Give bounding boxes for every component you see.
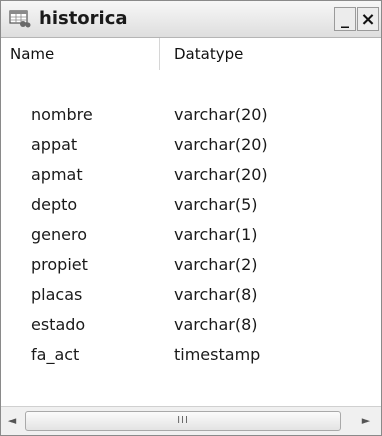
column-name: nombre <box>31 105 93 124</box>
list-item[interactable]: fa_act timestamp <box>1 340 381 370</box>
column-name: appat <box>31 135 78 154</box>
list-item[interactable]: apmat varchar(20) <box>1 160 381 190</box>
column-datatype: varchar(20) <box>174 165 268 184</box>
list-item[interactable]: estado varchar(8) <box>1 310 381 340</box>
column-header-name[interactable]: Name <box>1 38 160 70</box>
minimize-icon: _ <box>341 9 349 28</box>
list-item[interactable]: propiet varchar(2) <box>1 250 381 280</box>
column-datatype: varchar(8) <box>174 315 258 334</box>
column-datatype: varchar(5) <box>174 195 258 214</box>
column-name: depto <box>31 195 78 214</box>
scrollbar-thumb[interactable]: III <box>25 411 341 431</box>
minimize-button[interactable]: _ <box>334 7 356 31</box>
close-button[interactable]: × <box>357 7 379 31</box>
title-bar[interactable]: historica _ × <box>1 1 381 38</box>
horizontal-scrollbar[interactable]: ◄ III ► <box>1 406 381 435</box>
column-datatype: varchar(20) <box>174 105 268 124</box>
list-item[interactable]: appat varchar(20) <box>1 130 381 160</box>
column-datatype: timestamp <box>174 345 261 364</box>
scroll-left-icon[interactable]: ◄ <box>5 414 19 428</box>
column-header: Name Datatype <box>1 38 381 70</box>
column-datatype: varchar(20) <box>174 135 268 154</box>
column-datatype: varchar(1) <box>174 225 258 244</box>
scroll-right-icon[interactable]: ► <box>359 414 373 428</box>
column-name: genero <box>31 225 87 244</box>
window-title: historica <box>39 8 128 29</box>
column-name: estado <box>31 315 86 334</box>
table-icon <box>9 10 31 28</box>
grip-icon: III <box>177 415 189 426</box>
close-icon: × <box>360 8 376 30</box>
list-item[interactable]: depto varchar(5) <box>1 190 381 220</box>
column-datatype: varchar(2) <box>174 255 258 274</box>
column-datatype: varchar(8) <box>174 285 258 304</box>
column-name: propiet <box>31 255 88 274</box>
column-list: nombre varchar(20) appat varchar(20) apm… <box>1 100 381 370</box>
column-name: apmat <box>31 165 83 184</box>
column-header-datatype[interactable]: Datatype <box>161 38 381 70</box>
column-name: placas <box>31 285 83 304</box>
list-item[interactable]: genero varchar(1) <box>1 220 381 250</box>
table-window: historica _ × Name Datatype nombre varch… <box>0 0 382 436</box>
list-item[interactable]: placas varchar(8) <box>1 280 381 310</box>
list-item[interactable]: nombre varchar(20) <box>1 100 381 130</box>
column-name: fa_act <box>31 345 80 364</box>
